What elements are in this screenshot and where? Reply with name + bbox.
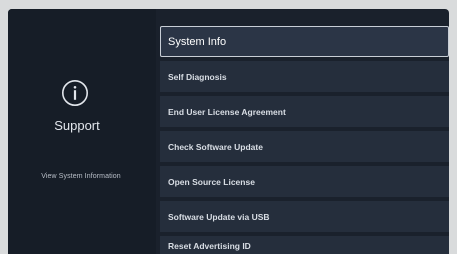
menu-item-open-source-license[interactable]: Open Source License [160, 166, 449, 197]
support-menu: System Info Self Diagnosis End User Lice… [160, 26, 449, 254]
menu-item-system-info[interactable]: System Info [160, 26, 449, 57]
panel-title: Support [54, 118, 100, 133]
tv-screen: Support View System Information System I… [8, 9, 449, 254]
menu-item-reset-advertising-id[interactable]: Reset Advertising ID [160, 236, 449, 254]
menu-item-check-software-update[interactable]: Check Software Update [160, 131, 449, 162]
menu-item-eula[interactable]: End User License Agreement [160, 96, 449, 127]
menu-item-self-diagnosis[interactable]: Self Diagnosis [160, 61, 449, 92]
panel-description: View System Information [41, 173, 121, 180]
info-icon [61, 79, 89, 107]
menu-item-software-update-usb[interactable]: Software Update via USB [160, 201, 449, 232]
support-panel: Support View System Information [8, 9, 156, 254]
